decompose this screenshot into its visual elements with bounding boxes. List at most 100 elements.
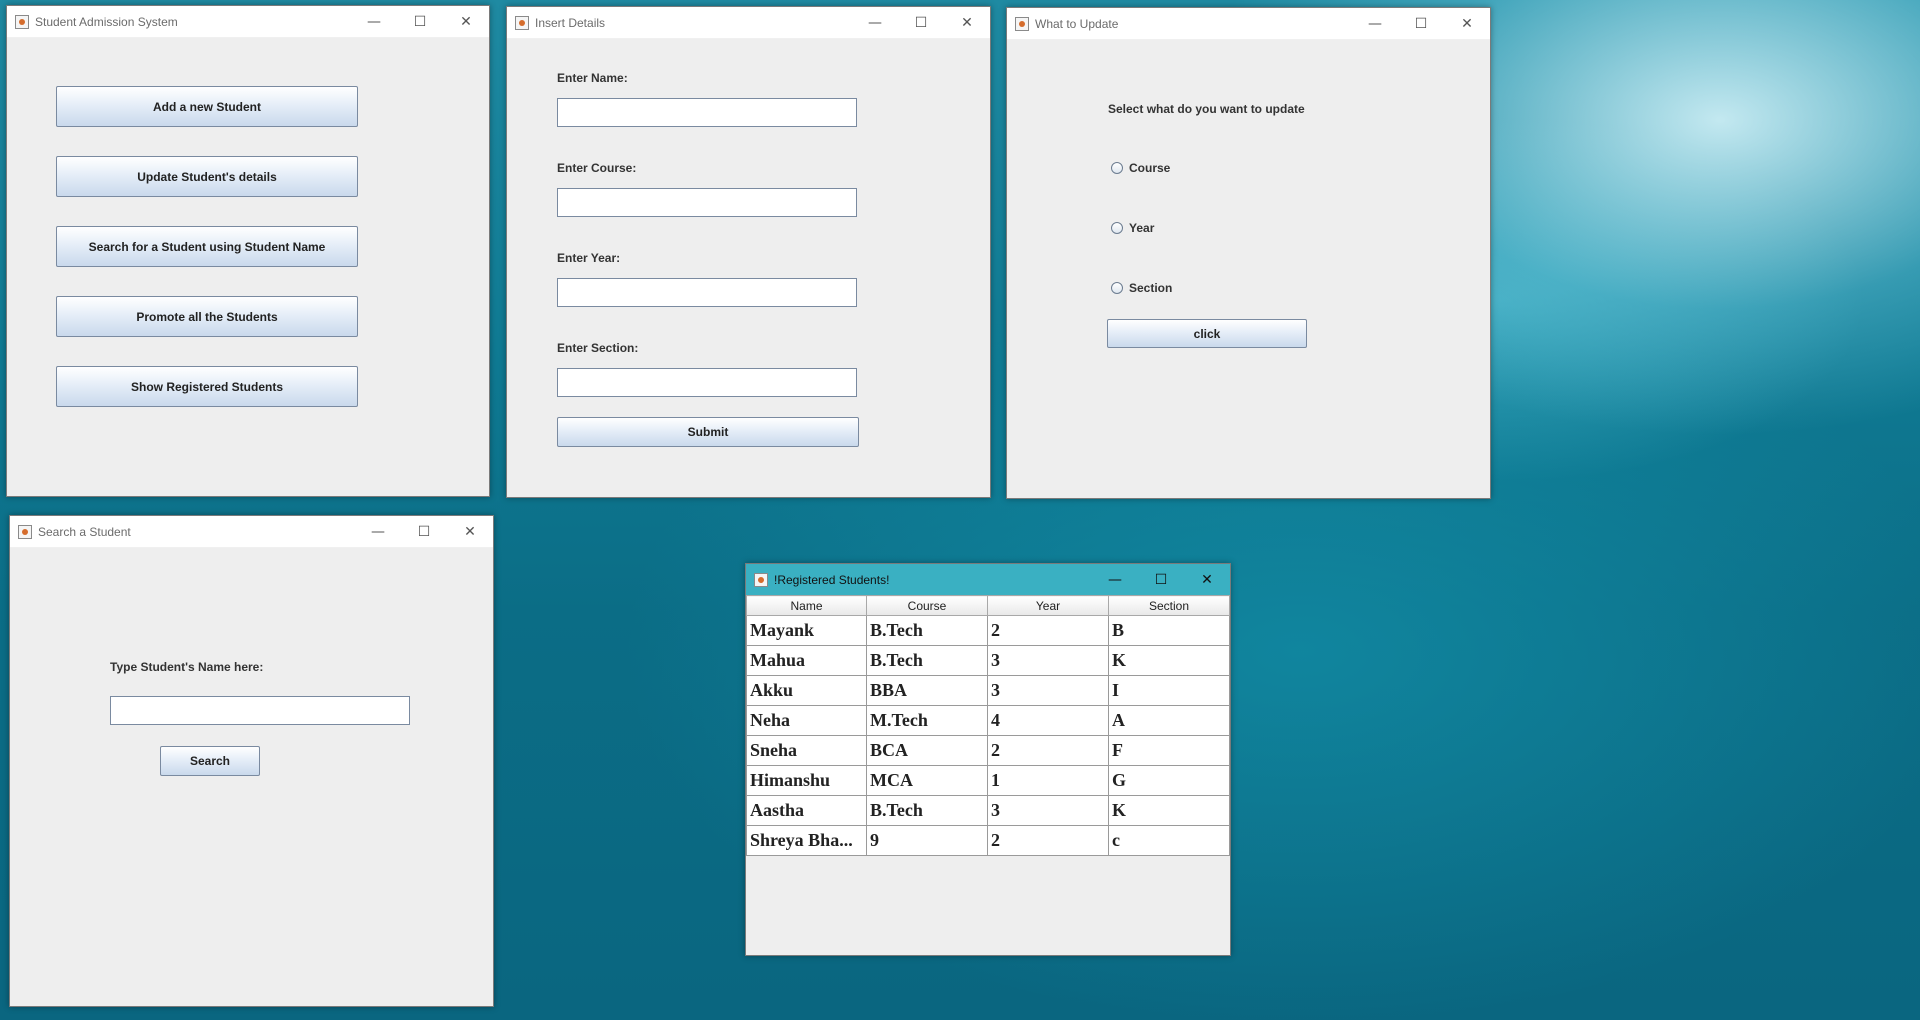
update-prompt: Select what do you want to update xyxy=(1108,102,1305,116)
admission-window: Student Admission System — ☐ ✕ Add a new… xyxy=(6,5,490,497)
insert-titlebar[interactable]: Insert Details — ☐ ✕ xyxy=(507,7,990,39)
search-button[interactable]: Search xyxy=(160,746,260,776)
promote-students-button[interactable]: Promote all the Students xyxy=(56,296,358,337)
cell-year[interactable]: 3 xyxy=(987,645,1109,676)
window-controls: — ☐ ✕ xyxy=(351,6,489,37)
cell-section[interactable]: K xyxy=(1108,645,1230,676)
column-header-year[interactable]: Year xyxy=(987,595,1109,616)
section-field[interactable] xyxy=(557,368,857,397)
minimize-icon[interactable]: — xyxy=(852,7,898,38)
section-label: Enter Section: xyxy=(557,341,639,355)
window-controls: — ☐ ✕ xyxy=(1352,8,1490,39)
cell-section[interactable]: F xyxy=(1108,735,1230,766)
cell-year[interactable]: 2 xyxy=(987,615,1109,646)
table-row[interactable]: Mahua B.Tech 3 K xyxy=(746,645,1230,676)
show-registered-button[interactable]: Show Registered Students xyxy=(56,366,358,407)
cell-year[interactable]: 2 xyxy=(987,735,1109,766)
cell-course[interactable]: B.Tech xyxy=(866,645,988,676)
close-icon[interactable]: ✕ xyxy=(447,516,493,547)
cell-section[interactable]: K xyxy=(1108,795,1230,826)
cell-name[interactable]: Aastha xyxy=(746,795,867,826)
table-row[interactable]: Mayank B.Tech 2 B xyxy=(746,615,1230,646)
registered-titlebar[interactable]: !Registered Students! — ☐ ✕ xyxy=(746,564,1230,596)
radio-year-label: Year xyxy=(1129,221,1155,235)
close-icon[interactable]: ✕ xyxy=(944,7,990,38)
column-header-section[interactable]: Section xyxy=(1108,595,1230,616)
minimize-icon[interactable]: — xyxy=(355,516,401,547)
column-header-course[interactable]: Course xyxy=(866,595,988,616)
cell-name[interactable]: Sneha xyxy=(746,735,867,766)
cell-section[interactable]: c xyxy=(1108,825,1230,856)
window-controls: — ☐ ✕ xyxy=(1092,564,1230,595)
cell-course[interactable]: BCA xyxy=(866,735,988,766)
year-field[interactable] xyxy=(557,278,857,307)
search-window: Search a Student — ☐ ✕ Type Student's Na… xyxy=(9,515,494,1007)
update-window-title: What to Update xyxy=(1035,16,1119,31)
cell-name[interactable]: Akku xyxy=(746,675,867,706)
radio-year[interactable]: Year xyxy=(1111,221,1154,235)
cell-name[interactable]: Neha xyxy=(746,705,867,736)
radio-section[interactable]: Section xyxy=(1111,281,1172,295)
maximize-icon[interactable]: ☐ xyxy=(397,6,443,37)
update-student-button[interactable]: Update Student's details xyxy=(56,156,358,197)
cell-year[interactable]: 4 xyxy=(987,705,1109,736)
maximize-icon[interactable]: ☐ xyxy=(401,516,447,547)
cell-name[interactable]: Himanshu xyxy=(746,765,867,796)
close-icon[interactable]: ✕ xyxy=(443,6,489,37)
cell-section[interactable]: I xyxy=(1108,675,1230,706)
search-name-input[interactable] xyxy=(110,696,410,725)
maximize-icon[interactable]: ☐ xyxy=(898,7,944,38)
table-row[interactable]: Shreya Bha... 9 2 c xyxy=(746,825,1230,856)
cell-year[interactable]: 2 xyxy=(987,825,1109,856)
table-row[interactable]: Himanshu MCA 1 G xyxy=(746,765,1230,796)
search-titlebar[interactable]: Search a Student — ☐ ✕ xyxy=(10,516,493,548)
column-header-name[interactable]: Name xyxy=(746,595,867,616)
add-student-button[interactable]: Add a new Student xyxy=(56,86,358,127)
cell-course[interactable]: M.Tech xyxy=(866,705,988,736)
cell-course[interactable]: BBA xyxy=(866,675,988,706)
close-icon[interactable]: ✕ xyxy=(1184,564,1230,595)
cell-course[interactable]: B.Tech xyxy=(866,795,988,826)
minimize-icon[interactable]: — xyxy=(1352,8,1398,39)
cell-section[interactable]: G xyxy=(1108,765,1230,796)
table-row[interactable]: Aastha B.Tech 3 K xyxy=(746,795,1230,826)
java-app-icon xyxy=(15,14,29,29)
radio-circle-icon[interactable] xyxy=(1111,162,1123,174)
name-field[interactable] xyxy=(557,98,857,127)
cell-section[interactable]: A xyxy=(1108,705,1230,736)
cell-course[interactable]: MCA xyxy=(866,765,988,796)
search-student-button[interactable]: Search for a Student using Student Name xyxy=(56,226,358,267)
cell-course[interactable]: 9 xyxy=(866,825,988,856)
insert-window: Insert Details — ☐ ✕ Enter Name: Enter C… xyxy=(506,6,991,498)
table-row[interactable]: Sneha BCA 2 F xyxy=(746,735,1230,766)
maximize-icon[interactable]: ☐ xyxy=(1398,8,1444,39)
cell-section[interactable]: B xyxy=(1108,615,1230,646)
table-row[interactable]: Akku BBA 3 I xyxy=(746,675,1230,706)
cell-name[interactable]: Mayank xyxy=(746,615,867,646)
search-window-title: Search a Student xyxy=(38,524,131,539)
admission-titlebar[interactable]: Student Admission System — ☐ ✕ xyxy=(7,6,489,38)
cell-name[interactable]: Shreya Bha... xyxy=(746,825,867,856)
cell-course[interactable]: B.Tech xyxy=(866,615,988,646)
radio-section-label: Section xyxy=(1129,281,1173,295)
course-field[interactable] xyxy=(557,188,857,217)
click-button[interactable]: click xyxy=(1107,319,1307,348)
radio-course[interactable]: Course xyxy=(1111,161,1170,175)
students-table[interactable]: Name Course Year Section Mayank B.Tech 2… xyxy=(746,595,1230,856)
cell-year[interactable]: 3 xyxy=(987,675,1109,706)
minimize-icon[interactable]: — xyxy=(351,6,397,37)
year-label: Enter Year: xyxy=(557,251,621,265)
cell-year[interactable]: 3 xyxy=(987,795,1109,826)
cell-year[interactable]: 1 xyxy=(987,765,1109,796)
close-icon[interactable]: ✕ xyxy=(1444,8,1490,39)
cell-name[interactable]: Mahua xyxy=(746,645,867,676)
table-row[interactable]: Neha M.Tech 4 A xyxy=(746,705,1230,736)
java-app-icon xyxy=(515,15,529,30)
submit-button[interactable]: Submit xyxy=(557,417,859,447)
radio-circle-icon[interactable] xyxy=(1111,222,1123,234)
search-prompt: Type Student's Name here: xyxy=(110,660,264,674)
maximize-icon[interactable]: ☐ xyxy=(1138,564,1184,595)
radio-circle-icon[interactable] xyxy=(1111,282,1123,294)
minimize-icon[interactable]: — xyxy=(1092,564,1138,595)
update-titlebar[interactable]: What to Update — ☐ ✕ xyxy=(1007,8,1490,40)
